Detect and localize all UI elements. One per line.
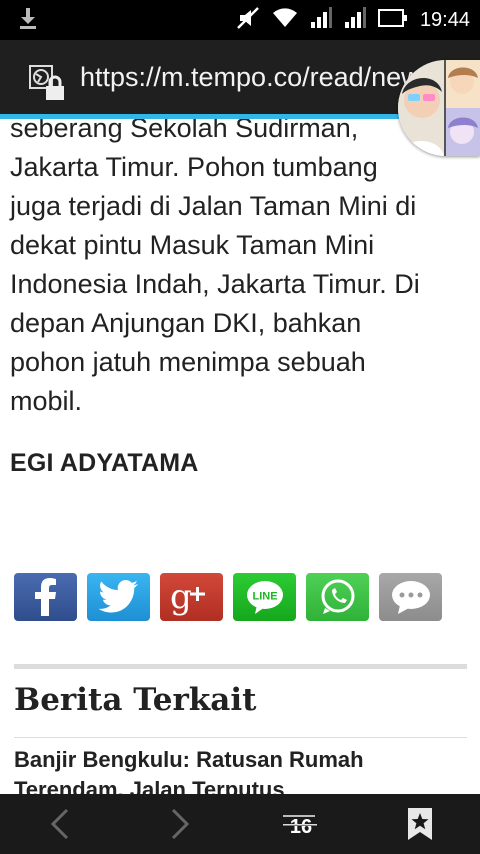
svg-text:LINE: LINE	[252, 591, 277, 603]
download-icon	[18, 8, 38, 37]
sms-share-button[interactable]	[379, 573, 442, 621]
facebook-share-button[interactable]	[14, 573, 77, 621]
status-bar: 19:44	[0, 0, 480, 40]
bookmark-star-icon	[408, 808, 432, 840]
google-plus-share-button[interactable]: g	[160, 573, 223, 621]
article-body: seberang Sekolah Sudirman, Jakarta Timur…	[10, 119, 470, 421]
article-line: mobil.	[10, 386, 83, 416]
svg-text:16: 16	[290, 816, 312, 838]
browser-bottom-nav: 16	[0, 794, 480, 854]
line-icon: LINE	[246, 581, 283, 614]
signal-icon-2	[344, 6, 366, 34]
tabs-icon: 16	[283, 815, 317, 838]
line-share-button[interactable]: LINE	[233, 573, 296, 621]
related-news-link[interactable]: Banjir Bengkulu: Ratusan Rumah Terendam,…	[14, 745, 454, 794]
chevron-left-icon	[50, 808, 69, 840]
article-line: dekat pintu Masuk Taman Mini	[10, 230, 375, 260]
facebook-icon	[34, 578, 56, 616]
twitter-share-button[interactable]	[87, 573, 150, 621]
related-news-title: Berita Terkait	[14, 682, 257, 718]
bookmarks-button[interactable]	[392, 794, 448, 854]
article-line: pohon jatuh menimpa sebuah	[10, 347, 366, 377]
chevron-right-icon	[171, 808, 190, 840]
message-icon	[391, 581, 430, 614]
whatsapp-icon	[321, 579, 354, 614]
back-button[interactable]	[30, 794, 90, 854]
article-author: EGI ADYATAMA	[10, 449, 199, 477]
article-line: Indonesia Indah, Jakarta Timur. Di	[10, 269, 420, 299]
section-divider	[14, 664, 467, 669]
wifi-icon	[272, 7, 298, 34]
clock: 19:44	[419, 8, 470, 31]
article-line: depan Anjungan DKI, bahkan	[10, 308, 362, 338]
article-line: Jakarta Timur. Pohon tumbang	[10, 152, 378, 182]
article-line: juga terjadi di Jalan Taman Mini di	[10, 191, 417, 221]
url-text[interactable]: https://m.tempo.co/read/news/	[80, 62, 440, 93]
web-content[interactable]: seberang Sekolah Sudirman, Jakarta Timur…	[0, 119, 480, 794]
svg-text:g: g	[170, 578, 192, 616]
forward-button[interactable]	[150, 794, 210, 854]
signal-icon	[310, 6, 332, 34]
share-bar: g LINE	[14, 573, 442, 621]
secure-globe-icon[interactable]	[28, 64, 70, 107]
divider	[14, 737, 467, 738]
tabs-button[interactable]: 16	[268, 794, 334, 854]
battery-icon	[377, 8, 408, 32]
twitter-icon	[98, 580, 138, 613]
whatsapp-share-button[interactable]	[306, 573, 369, 621]
google-plus-icon: g	[170, 578, 205, 616]
mute-icon	[236, 6, 260, 35]
